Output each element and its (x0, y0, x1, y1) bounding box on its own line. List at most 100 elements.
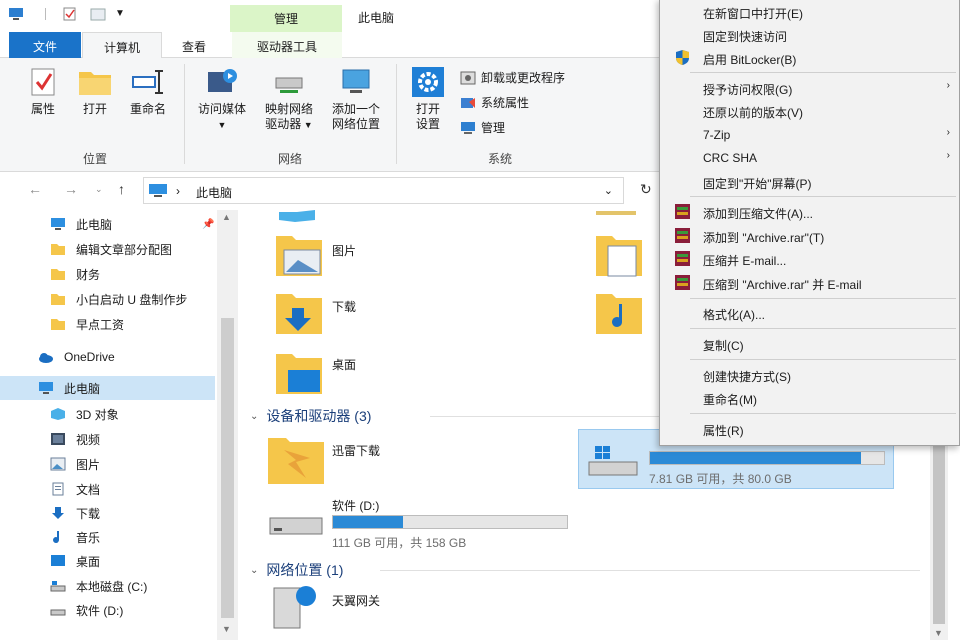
folder-desktop[interactable] (274, 350, 324, 399)
network-item-gateway[interactable] (270, 582, 326, 637)
menu-item-pin-quick-access[interactable]: 固定到快速访问 (660, 24, 960, 46)
add-location-label-2: 网络位置 (331, 117, 380, 131)
forward-button[interactable]: → (64, 181, 78, 197)
menu-item-open-new-window[interactable]: 在新窗口中打开(E) (660, 1, 960, 23)
menu-item-7zip[interactable]: 7-Zip › (660, 124, 960, 146)
documents-folder-icon[interactable] (594, 232, 644, 278)
tab-computer[interactable]: 计算机 (82, 32, 162, 59)
nav-item-desktop[interactable]: 桌面 (0, 549, 214, 573)
open-settings-button[interactable]: 打开 设置 (404, 66, 452, 132)
nav-item-folder[interactable]: 早点工资 (0, 312, 214, 336)
map-network-drive-button[interactable]: 映射网络 驱动器 ▼ (256, 66, 322, 133)
nav-item-folder[interactable]: 小白启动 U 盘制作步 (0, 287, 214, 311)
menu-item-add-archive[interactable]: 添加到压缩文件(A)... (660, 201, 960, 223)
manage-tab-label: 管理 (273, 12, 298, 26)
music-folder-icon[interactable] (594, 290, 644, 336)
recent-locations-button[interactable]: ⌄ (95, 184, 103, 195)
device-drive-d[interactable] (268, 498, 326, 543)
network-section-header[interactable]: ⌄ 网络位置 (1) (250, 560, 343, 580)
computer-icon[interactable] (8, 7, 24, 21)
menu-item-properties[interactable]: 属性(R) (660, 418, 960, 440)
scroll-down-icon[interactable]: ▼ (222, 624, 231, 634)
system-properties-button[interactable]: 系统属性 (460, 94, 529, 111)
nav-item-3d-objects[interactable]: 3D 对象 (0, 402, 214, 426)
windows-drive-icon (588, 446, 638, 476)
drive-usage-bar (332, 515, 568, 529)
menu-item-crc-sha[interactable]: CRC SHA › (660, 147, 960, 169)
menu-item-rename[interactable]: 重命名(M) (660, 387, 960, 409)
up-button[interactable]: ↑ (118, 181, 125, 197)
desktop-icon (51, 555, 65, 566)
nav-item-downloads[interactable]: 下载 (0, 501, 214, 525)
nav-item-music[interactable]: 音乐 (0, 525, 214, 549)
tab-file[interactable]: 文件 (9, 32, 81, 58)
device-thunder-download[interactable] (266, 434, 326, 489)
menu-item-compress-email[interactable]: 压缩并 E-mail... (660, 248, 960, 270)
nav-item-folder[interactable]: 编辑文章部分配图 (0, 237, 214, 261)
map-drive-icon (275, 77, 303, 93)
menu-item-copy[interactable]: 复制(C) (660, 333, 960, 355)
tab-view[interactable]: 查看 (166, 32, 222, 58)
manage-button[interactable]: 管理 (460, 119, 505, 136)
scroll-down-icon[interactable]: ▼ (934, 628, 943, 638)
nav-pane-scroll-thumb[interactable] (221, 318, 234, 618)
group-label-network: 网络 (277, 152, 302, 166)
menu-item-pin-start[interactable]: 固定到"开始"屏幕(P) (660, 171, 960, 193)
menu-item-label: 格式化(A)... (703, 308, 765, 322)
address-dropdown-icon[interactable]: ⌄ (604, 184, 613, 197)
menu-item-create-shortcut[interactable]: 创建快捷方式(S) (660, 364, 960, 386)
rename-button[interactable]: 重命名 (124, 66, 172, 117)
access-media-button[interactable]: 访问媒体 ▼ (190, 66, 254, 133)
folder-downloads[interactable] (274, 290, 324, 339)
nav-item-this-pc-quick[interactable]: 此电脑 📌 (0, 212, 214, 236)
manage-icon (461, 121, 475, 134)
computer-icon (51, 218, 65, 230)
navigation-pane: 此电脑 📌 编辑文章部分配图 财务 小白启动 U 盘制作步 早点工资 OneDr… (0, 210, 238, 640)
manage-label: 管理 (481, 121, 506, 135)
nav-item-label: 小白启动 U 盘制作步 (76, 292, 188, 307)
new-folder-icon[interactable] (90, 7, 106, 21)
submenu-arrow-icon: › (946, 80, 950, 91)
nav-item-folder[interactable]: 财务 (0, 262, 214, 286)
group-label-location: 位置 (82, 152, 107, 166)
nav-item-pictures[interactable]: 图片 (0, 452, 214, 476)
properties-button[interactable]: 属性 (22, 66, 64, 117)
menu-item-restore-versions[interactable]: 还原以前的版本(V) (660, 100, 960, 122)
manage-context-tab[interactable]: 管理 (230, 5, 342, 32)
nav-item-drive-d[interactable]: 软件 (D:) (0, 598, 214, 622)
nav-item-this-pc[interactable]: 此电脑 (0, 376, 215, 400)
address-path[interactable]: 此电脑 (196, 184, 232, 201)
nav-item-videos[interactable]: 视频 (0, 427, 214, 451)
document-icon[interactable] (594, 210, 640, 218)
open-button[interactable]: 打开 (74, 66, 116, 117)
menu-item-bitlocker[interactable]: 启用 BitLocker(B) (660, 47, 960, 69)
menu-item-compress-rar-email[interactable]: 压缩到 "Archive.rar" 并 E-mail (660, 272, 960, 294)
menu-item-label: 压缩到 "Archive.rar" 并 E-mail (703, 278, 862, 292)
menu-separator (690, 72, 956, 73)
menu-item-format[interactable]: 格式化(A)... (660, 302, 960, 324)
music-note-icon (53, 531, 60, 544)
pin-icon[interactable]: 📌 (202, 219, 214, 230)
nav-item-label: 财务 (76, 267, 101, 282)
menu-item-grant-access[interactable]: 授予访问权限(G) › (660, 77, 960, 99)
refresh-icon[interactable]: ↻ (640, 181, 652, 198)
uninstall-program-button[interactable]: 卸载或更改程序 (460, 69, 565, 86)
qat-dropdown-icon[interactable]: ▼ (115, 8, 125, 19)
nav-item-local-disk-c[interactable]: 本地磁盘 (C:) (0, 574, 214, 598)
add-network-location-button[interactable]: 添加一个 网络位置 (324, 66, 388, 132)
folder-pictures[interactable] (274, 232, 324, 281)
3d-objects-icon[interactable] (275, 210, 321, 222)
nav-item-onedrive[interactable]: OneDrive (0, 345, 214, 369)
nav-pane-scrollbar[interactable]: ▲ ▼ (217, 210, 238, 640)
devices-section-header[interactable]: ⌄ 设备和驱动器 (3) (250, 406, 371, 426)
back-button[interactable]: ← (28, 181, 42, 197)
menu-item-add-archive-rar[interactable]: 添加到 "Archive.rar"(T) (660, 225, 960, 247)
scroll-up-icon[interactable]: ▲ (222, 212, 231, 222)
winrar-icon (675, 251, 690, 266)
address-bar[interactable]: › 此电脑 ⌄ (143, 177, 624, 204)
tab-drive-tools[interactable]: 驱动器工具 (232, 32, 342, 58)
3d-objects-icon (51, 408, 65, 420)
properties-check-icon[interactable] (62, 7, 78, 21)
group-separator (396, 64, 397, 164)
nav-item-documents[interactable]: 文档 (0, 477, 214, 501)
